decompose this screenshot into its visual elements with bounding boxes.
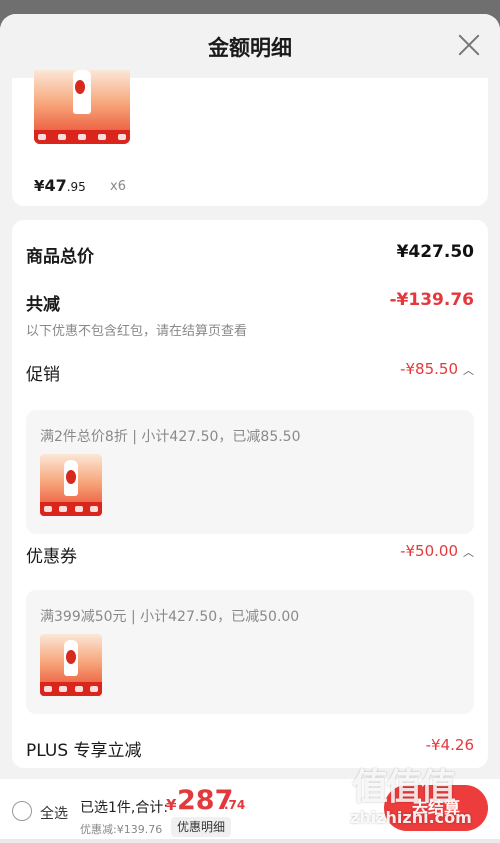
sheet-title: 金额明细 xyxy=(208,36,292,60)
dimmed-backdrop xyxy=(0,0,500,14)
promotion-detail-box: 满2件总价8折 | 小计427.50，已减85.50 xyxy=(26,410,474,534)
total-price-row: 商品总价 ¥427.50 xyxy=(26,242,474,267)
promotion-detail-text: 满2件总价8折 | 小计427.50，已减85.50 xyxy=(40,429,301,445)
coupon-detail-text: 满399减50元 | 小计427.50，已减50.00 xyxy=(40,609,300,625)
total-amount-decimal: .74 xyxy=(224,798,246,812)
select-all-radio[interactable] xyxy=(12,801,32,821)
coupon-value: -¥50.00 ︿ xyxy=(400,542,474,560)
plus-discount-label: PLUS 专享立减 xyxy=(26,741,142,761)
selected-summary: 已选1件,合计: xyxy=(80,800,169,816)
total-price-value: ¥427.50 xyxy=(396,242,474,262)
total-reduction-row: 共减 -¥139.76 xyxy=(26,290,474,315)
discount-detail-button[interactable]: 优惠明细 xyxy=(171,817,232,837)
amount-detail-sheet: 金额明细 ¥47.95 x6 商品总价 ¥427.50 共减 -¥139.76 … xyxy=(0,14,500,843)
chevron-up-icon: ︿ xyxy=(463,364,474,377)
total-price-label: 商品总价 xyxy=(26,247,94,267)
sheet-header: 金额明细 xyxy=(0,14,500,78)
checkout-bar: 全选 已选1件,合计: ¥ 287 .74 优惠减:¥139.76 优惠明细 去… xyxy=(0,779,500,843)
product-card: ¥47.95 x6 xyxy=(12,70,488,206)
product-image[interactable] xyxy=(34,70,130,144)
coupon-label: 优惠券 xyxy=(26,547,77,567)
product-quantity: x6 xyxy=(110,179,126,194)
chevron-up-icon: ︿ xyxy=(463,546,474,559)
coupon-product-image[interactable] xyxy=(40,634,102,696)
total-reduction-label: 共减 xyxy=(26,295,60,315)
coupon-detail-box: 满399减50元 | 小计427.50，已减50.00 xyxy=(26,590,474,714)
promotion-row[interactable]: 促销 -¥85.50 ︿ xyxy=(26,360,474,385)
plus-discount-value: -¥4.26 xyxy=(425,736,474,754)
select-all-label[interactable]: 全选 xyxy=(40,803,68,823)
promotion-product-image[interactable] xyxy=(40,454,102,516)
total-currency: ¥ xyxy=(166,796,177,814)
checkout-button[interactable]: 去结算 xyxy=(384,785,488,831)
discount-summary: 优惠减:¥139.76 xyxy=(80,823,163,836)
reduction-note: 以下优惠不包含红包，请在结算页查看 xyxy=(26,324,248,339)
close-icon[interactable] xyxy=(456,32,482,58)
home-indicator xyxy=(0,839,500,843)
amount-detail-card: 商品总价 ¥427.50 共减 -¥139.76 以下优惠不包含红包，请在结算页… xyxy=(12,220,488,768)
promotion-label: 促销 xyxy=(26,365,60,385)
total-reduction-value: -¥139.76 xyxy=(389,290,475,310)
promotion-value: -¥85.50 ︿ xyxy=(400,360,474,378)
coupon-row[interactable]: 优惠券 -¥50.00 ︿ xyxy=(26,542,474,567)
plus-discount-row: PLUS 专享立减 -¥4.26 xyxy=(26,736,474,761)
product-price: ¥47.95 xyxy=(34,176,86,195)
